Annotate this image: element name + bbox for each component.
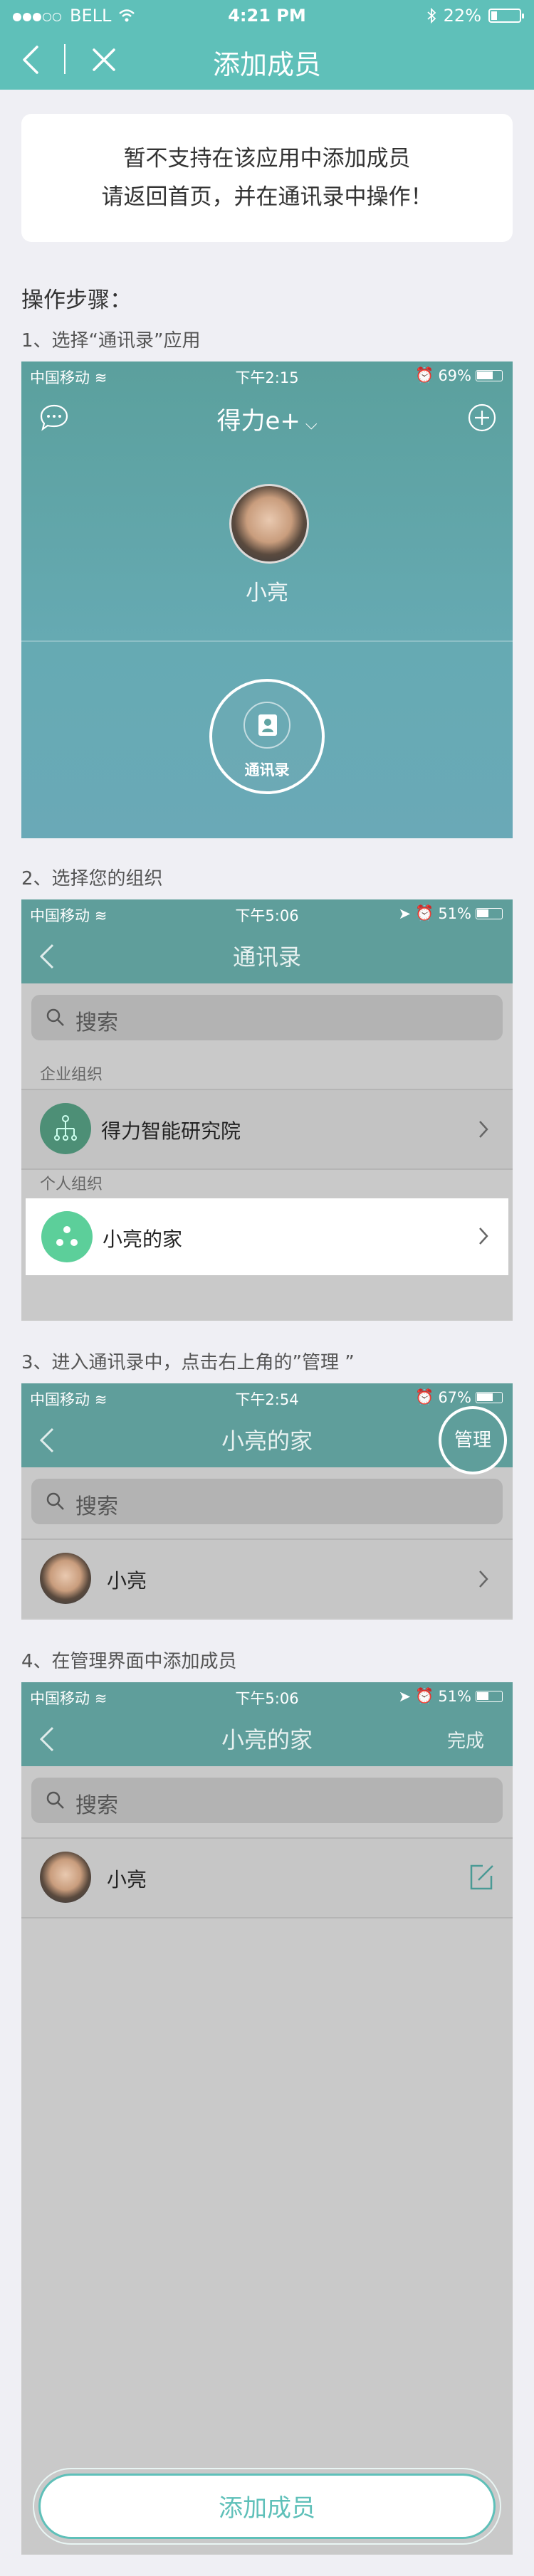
- add-member-button[interactable]: 添加成员: [38, 2474, 496, 2539]
- battery-icon: [476, 369, 503, 381]
- personal-org-name: 小亮的家: [103, 1228, 183, 1251]
- battery-icon: [488, 9, 524, 23]
- avatar: [40, 1852, 91, 1903]
- location-icon: ➤: [398, 1687, 412, 1705]
- step-1-label: 1、选择“通讯录”应用: [21, 330, 201, 352]
- notice-line-2: 请返回首页，并在通讯录中操作！: [101, 184, 433, 210]
- chevron-right-icon: [479, 1121, 488, 1138]
- contacts-button[interactable]: 通讯录: [209, 679, 325, 794]
- step-4-label: 4、在管理界面中添加成员: [21, 1651, 237, 1672]
- bluetooth-icon: [427, 8, 436, 23]
- search-input[interactable]: 搜索: [31, 1479, 503, 1524]
- top-bar: BELL 4:21 PM 22% 添加成员: [0, 0, 534, 90]
- personal-org-row[interactable]: 小亮的家: [26, 1198, 508, 1275]
- member-row[interactable]: 小亮: [21, 1538, 513, 1618]
- mini-status-bar: 中国移动 ≋ 下午5:06 ➤ ⏰ 51%: [21, 1682, 513, 1709]
- nav-bar: 添加成员: [0, 28, 534, 90]
- add-circle-icon[interactable]: [467, 403, 497, 433]
- alarm-icon: ⏰: [415, 366, 434, 384]
- manage-button[interactable]: 管理: [439, 1406, 507, 1474]
- step-2-screenshot: 中国移动 ≋ 下午5:06 ➤ ⏰ 51% 通讯录 搜索 企业组织 得力智能研究院 …: [21, 899, 513, 1321]
- search-icon: [46, 1492, 64, 1510]
- org-tree-icon: [40, 1103, 91, 1154]
- member-row[interactable]: 小亮: [21, 1837, 513, 1918]
- edit-icon[interactable]: [467, 1863, 496, 1891]
- status-bar: BELL 4:21 PM 22%: [0, 0, 534, 28]
- avatar: [40, 1553, 91, 1604]
- search-placeholder: 搜索: [75, 1010, 118, 1035]
- mini-battery-percent: 51%: [438, 1687, 471, 1705]
- steps-heading: 操作步骤：: [21, 287, 132, 313]
- chevron-down-icon[interactable]: ⌵: [300, 416, 318, 433]
- mini-status-bar: 中国移动 ≋ 下午2:15 ⏰ 69%: [21, 361, 513, 389]
- page-title: 添加成员: [212, 49, 321, 80]
- alarm-icon: ⏰: [415, 1388, 434, 1405]
- location-icon: ➤: [398, 904, 412, 922]
- step-2-label: 2、选择您的组织: [21, 868, 163, 890]
- contact-book-icon: [258, 714, 277, 736]
- step-1-screenshot: 中国移动 ≋ 下午2:15 ⏰ 69% 得力e+ ⌵ 小亮 通讯录: [21, 361, 513, 838]
- search-placeholder: 搜索: [75, 1494, 118, 1519]
- step-3-screenshot: 中国移动 ≋ 下午2:54 ⏰ 67% 小亮的家 管理 搜索 小亮: [21, 1383, 513, 1620]
- search-input[interactable]: 搜索: [31, 995, 503, 1040]
- screen-title: 小亮的家: [221, 1726, 313, 1753]
- search-input[interactable]: 搜索: [31, 1778, 503, 1823]
- battery-percent: 22%: [443, 6, 481, 26]
- mini-status-bar: 中国移动 ≋ 下午2:54 ⏰ 67%: [21, 1383, 513, 1410]
- step-4-screenshot: 中国移动 ≋ 下午5:06 ➤ ⏰ 51% 小亮的家 完成 搜索 小亮: [21, 1682, 513, 2555]
- section-personal: 个人组织: [40, 1176, 103, 1193]
- search-icon: [46, 1008, 64, 1026]
- step-3-label: 3、进入通讯录中，点击右上角的”管理 ”: [21, 1352, 355, 1373]
- enterprise-org-row[interactable]: 得力智能研究院: [21, 1089, 513, 1170]
- chevron-right-icon: [479, 1228, 488, 1245]
- divider: [21, 640, 513, 642]
- section-enterprise: 企业组织: [40, 1066, 103, 1084]
- mini-status-bar: 中国移动 ≋ 下午5:06 ➤ ⏰ 51%: [21, 899, 513, 927]
- member-name: 小亮: [107, 1868, 147, 1891]
- search-icon: [46, 1791, 64, 1809]
- battery-icon: [476, 907, 503, 919]
- mini-nav: 小亮的家 完成: [21, 1709, 513, 1766]
- mini-battery-percent: 51%: [438, 904, 471, 922]
- notice-card: 暂不支持在该应用中添加成员 请返回首页，并在通讯录中操作！: [21, 114, 513, 242]
- battery-icon: [476, 1391, 503, 1403]
- battery-icon: [476, 1690, 503, 1702]
- search-placeholder: 搜索: [75, 1793, 118, 1818]
- screen-title: 通讯录: [232, 944, 301, 971]
- avatar: [229, 484, 309, 564]
- user-name: 小亮: [246, 581, 288, 606]
- member-name: 小亮: [107, 1569, 147, 1593]
- mini-nav: 通讯录: [21, 927, 513, 983]
- alarm-icon: ⏰: [415, 904, 434, 922]
- contacts-label: 通讯录: [244, 761, 290, 778]
- notice-line-1: 暂不支持在该应用中添加成员: [123, 146, 411, 171]
- contacts-icon-ring: [244, 702, 290, 749]
- group-icon: [41, 1211, 93, 1262]
- mini-battery-percent: 67%: [438, 1388, 471, 1406]
- done-button[interactable]: 完成: [447, 1726, 484, 1753]
- app-title: 得力e+: [216, 407, 300, 436]
- mini-nav: 得力e+ ⌵: [21, 389, 513, 445]
- chevron-right-icon: [479, 1571, 488, 1588]
- alarm-icon: ⏰: [415, 1687, 434, 1704]
- enterprise-org-name: 得力智能研究院: [101, 1119, 241, 1143]
- mini-battery-percent: 69%: [438, 366, 471, 384]
